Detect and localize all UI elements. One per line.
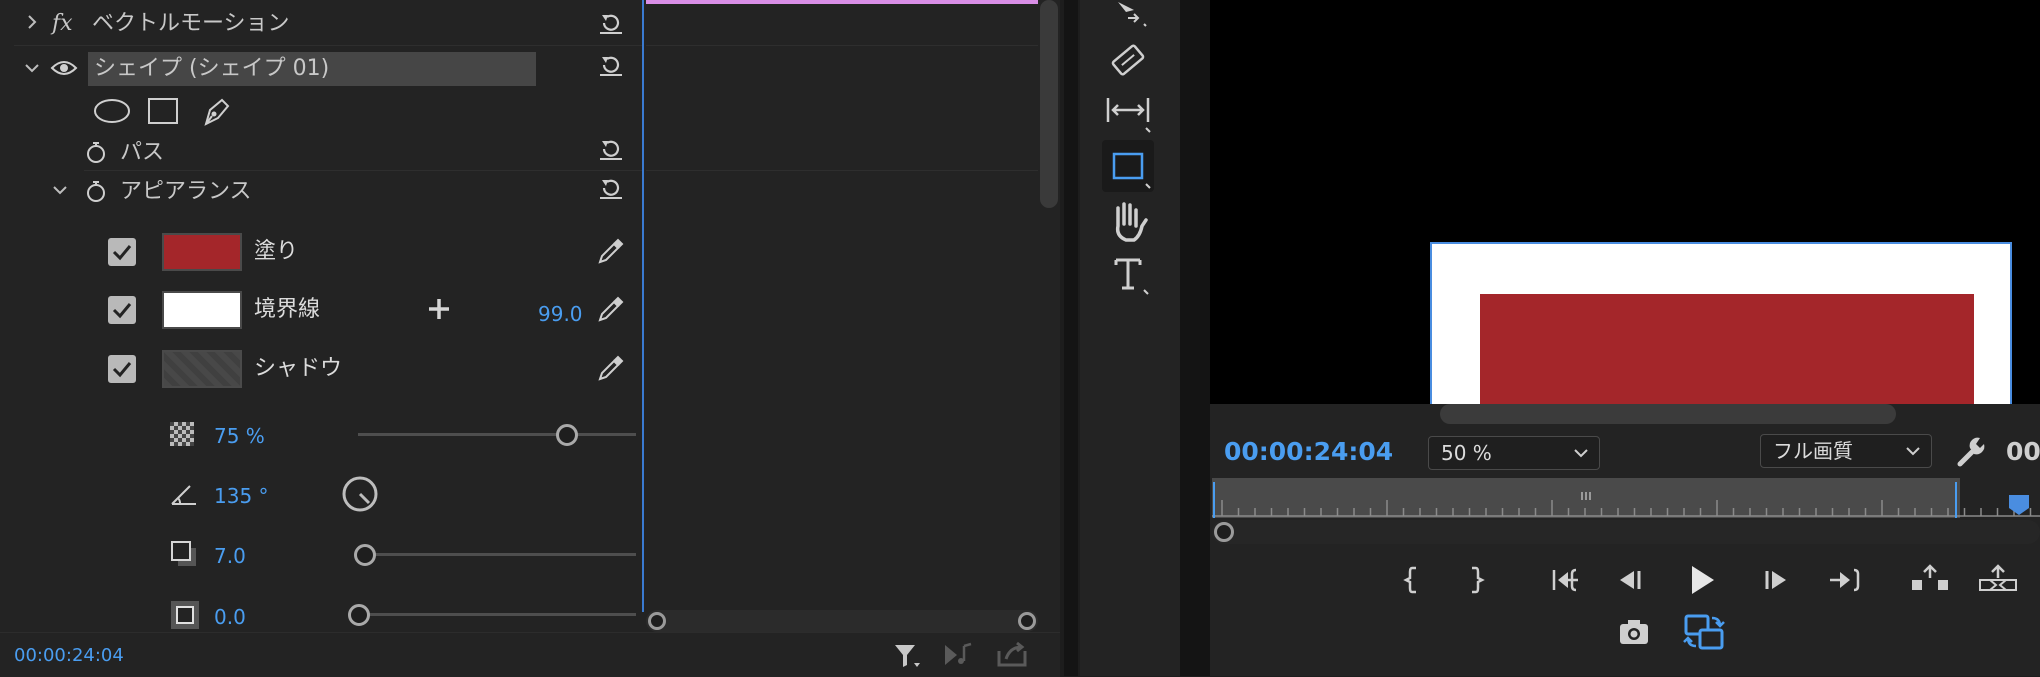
monitor-horizontal-scrollbar[interactable] bbox=[1440, 404, 1896, 424]
eye-icon[interactable] bbox=[50, 58, 78, 82]
razor-tool-icon[interactable] bbox=[1100, 36, 1156, 86]
effect-properties: fx ベクトルモーション シェイプ (シェイプ 01) パス アピアランス 塗り… bbox=[14, 0, 642, 632]
effect-controls-footer: 00:00:24:04 bbox=[0, 632, 1060, 677]
rectangle-mask-icon[interactable] bbox=[146, 96, 180, 130]
shadow-checkbox[interactable] bbox=[108, 355, 136, 383]
shape-name-field[interactable]: シェイプ (シェイプ 01) bbox=[88, 52, 536, 86]
zoom-handle-left[interactable] bbox=[648, 612, 666, 630]
reset-shape-button[interactable] bbox=[598, 52, 624, 82]
panel-divider[interactable] bbox=[1180, 0, 1210, 676]
go-to-in-icon[interactable] bbox=[1546, 560, 1586, 600]
type-tool-icon[interactable] bbox=[1100, 250, 1156, 300]
panel-divider[interactable] bbox=[1064, 0, 1078, 676]
reset-appearance-button[interactable] bbox=[598, 175, 624, 205]
quality-value: フル画質 bbox=[1773, 439, 1853, 463]
stroke-checkbox[interactable] bbox=[108, 296, 136, 324]
reset-path-button[interactable] bbox=[598, 136, 624, 166]
lift-icon[interactable] bbox=[1908, 560, 1948, 600]
divider bbox=[84, 170, 642, 171]
shadow-label: シャドウ bbox=[254, 356, 343, 381]
appearance-label: アピアランス bbox=[120, 179, 252, 204]
program-time-ruler[interactable] bbox=[1212, 478, 2040, 518]
stroke-width-value[interactable]: 99.0 bbox=[538, 300, 583, 328]
zoom-handle-left[interactable] bbox=[1214, 522, 1234, 542]
timeline-zoom-scrollbar[interactable] bbox=[646, 610, 1038, 632]
quality-dropdown[interactable]: フル画質 bbox=[1760, 434, 1932, 468]
slip-tool-icon[interactable] bbox=[1100, 88, 1156, 138]
opacity-slider[interactable] bbox=[358, 433, 636, 436]
mark-out-icon[interactable] bbox=[1456, 560, 1496, 600]
play-audio-only-icon[interactable] bbox=[942, 641, 974, 673]
divider bbox=[646, 170, 1038, 171]
stroke-label: 境界線 bbox=[254, 297, 321, 322]
path-label: パス bbox=[120, 140, 165, 165]
step-back-icon[interactable] bbox=[1612, 560, 1652, 600]
distance-slider-knob[interactable] bbox=[354, 544, 376, 566]
zoom-handle-right[interactable] bbox=[1018, 612, 1036, 630]
zoom-value: 50 % bbox=[1441, 441, 1492, 465]
distance-icon bbox=[170, 540, 198, 572]
program-timecode[interactable]: 00:00:24:04 bbox=[1224, 438, 1393, 466]
stroke-color-swatch[interactable] bbox=[162, 291, 242, 329]
program-zoom-scrollbar[interactable] bbox=[1212, 520, 2040, 544]
pen-mask-icon[interactable] bbox=[200, 94, 234, 132]
comparison-view-icon[interactable] bbox=[1682, 610, 1725, 650]
effect-controls-timecode[interactable]: 00:00:24:04 bbox=[14, 642, 124, 670]
opacity-slider-knob[interactable] bbox=[555, 424, 578, 446]
hand-tool-icon[interactable] bbox=[1100, 196, 1156, 246]
program-video-frame[interactable] bbox=[1210, 0, 2040, 404]
export-icon[interactable] bbox=[996, 641, 1028, 673]
collapse-shape-chevron[interactable] bbox=[22, 58, 42, 82]
expand-vector-motion-chevron[interactable] bbox=[22, 12, 42, 36]
divider bbox=[646, 45, 1038, 46]
shadow-opacity-value[interactable]: 75 % bbox=[214, 422, 265, 450]
stopwatch-path-icon[interactable] bbox=[84, 140, 108, 168]
play-button[interactable] bbox=[1682, 558, 1722, 598]
stroke-eyedropper-icon[interactable] bbox=[596, 294, 626, 328]
extract-icon[interactable] bbox=[1976, 560, 2017, 600]
export-frame-camera-icon[interactable] bbox=[1614, 612, 1654, 652]
rectangle-tool-icon[interactable] bbox=[1102, 140, 1154, 192]
distance-slider[interactable] bbox=[364, 553, 636, 556]
shape-name: シェイプ (シェイプ 01) bbox=[94, 56, 330, 81]
angle-dial[interactable] bbox=[340, 474, 380, 518]
shadow-size-value[interactable]: 0.0 bbox=[214, 603, 246, 631]
playhead-line[interactable] bbox=[642, 0, 644, 612]
fx-icon: fx bbox=[52, 11, 73, 36]
divider bbox=[14, 45, 642, 46]
duration-timecode-partial: 00 bbox=[2006, 437, 2040, 466]
add-stroke-icon[interactable] bbox=[426, 296, 452, 326]
shadow-color-swatch[interactable] bbox=[162, 350, 242, 388]
shadow-eyedropper-icon[interactable] bbox=[596, 353, 626, 387]
step-forward-icon[interactable] bbox=[1754, 560, 1794, 600]
vertical-scrollbar[interactable] bbox=[1040, 0, 1058, 208]
opacity-icon bbox=[170, 422, 194, 446]
shape-rectangle-fill[interactable] bbox=[1480, 294, 1974, 404]
reset-vector-motion-button[interactable] bbox=[598, 10, 624, 40]
shadow-angle-value[interactable]: 135 ° bbox=[214, 482, 269, 510]
wrench-icon[interactable] bbox=[1954, 434, 1988, 472]
angle-icon bbox=[170, 482, 198, 510]
ellipse-mask-icon[interactable] bbox=[92, 96, 132, 130]
vector-motion-label: ベクトルモーション bbox=[92, 11, 290, 36]
zoom-dropdown[interactable]: 50 % bbox=[1428, 436, 1600, 470]
fill-label: 塗り bbox=[254, 239, 299, 264]
fill-eyedropper-icon[interactable] bbox=[596, 236, 626, 270]
chevron-down-icon bbox=[1906, 447, 1920, 456]
size-slider-knob[interactable] bbox=[348, 604, 370, 626]
size-icon bbox=[170, 600, 200, 634]
clip-bar[interactable] bbox=[646, 0, 1038, 4]
stopwatch-appearance-icon[interactable] bbox=[84, 179, 108, 207]
collapse-appearance-chevron[interactable] bbox=[50, 180, 70, 204]
fill-checkbox[interactable] bbox=[108, 238, 136, 266]
chevron-down-icon bbox=[1574, 449, 1588, 458]
shadow-distance-value[interactable]: 7.0 bbox=[214, 542, 246, 570]
mark-in-icon[interactable] bbox=[1392, 560, 1432, 600]
go-to-out-icon[interactable] bbox=[1822, 560, 1862, 600]
fill-color-swatch[interactable] bbox=[162, 233, 242, 271]
playhead-marker[interactable] bbox=[2008, 494, 2030, 520]
filter-icon[interactable] bbox=[892, 641, 922, 675]
size-slider[interactable] bbox=[358, 613, 636, 616]
